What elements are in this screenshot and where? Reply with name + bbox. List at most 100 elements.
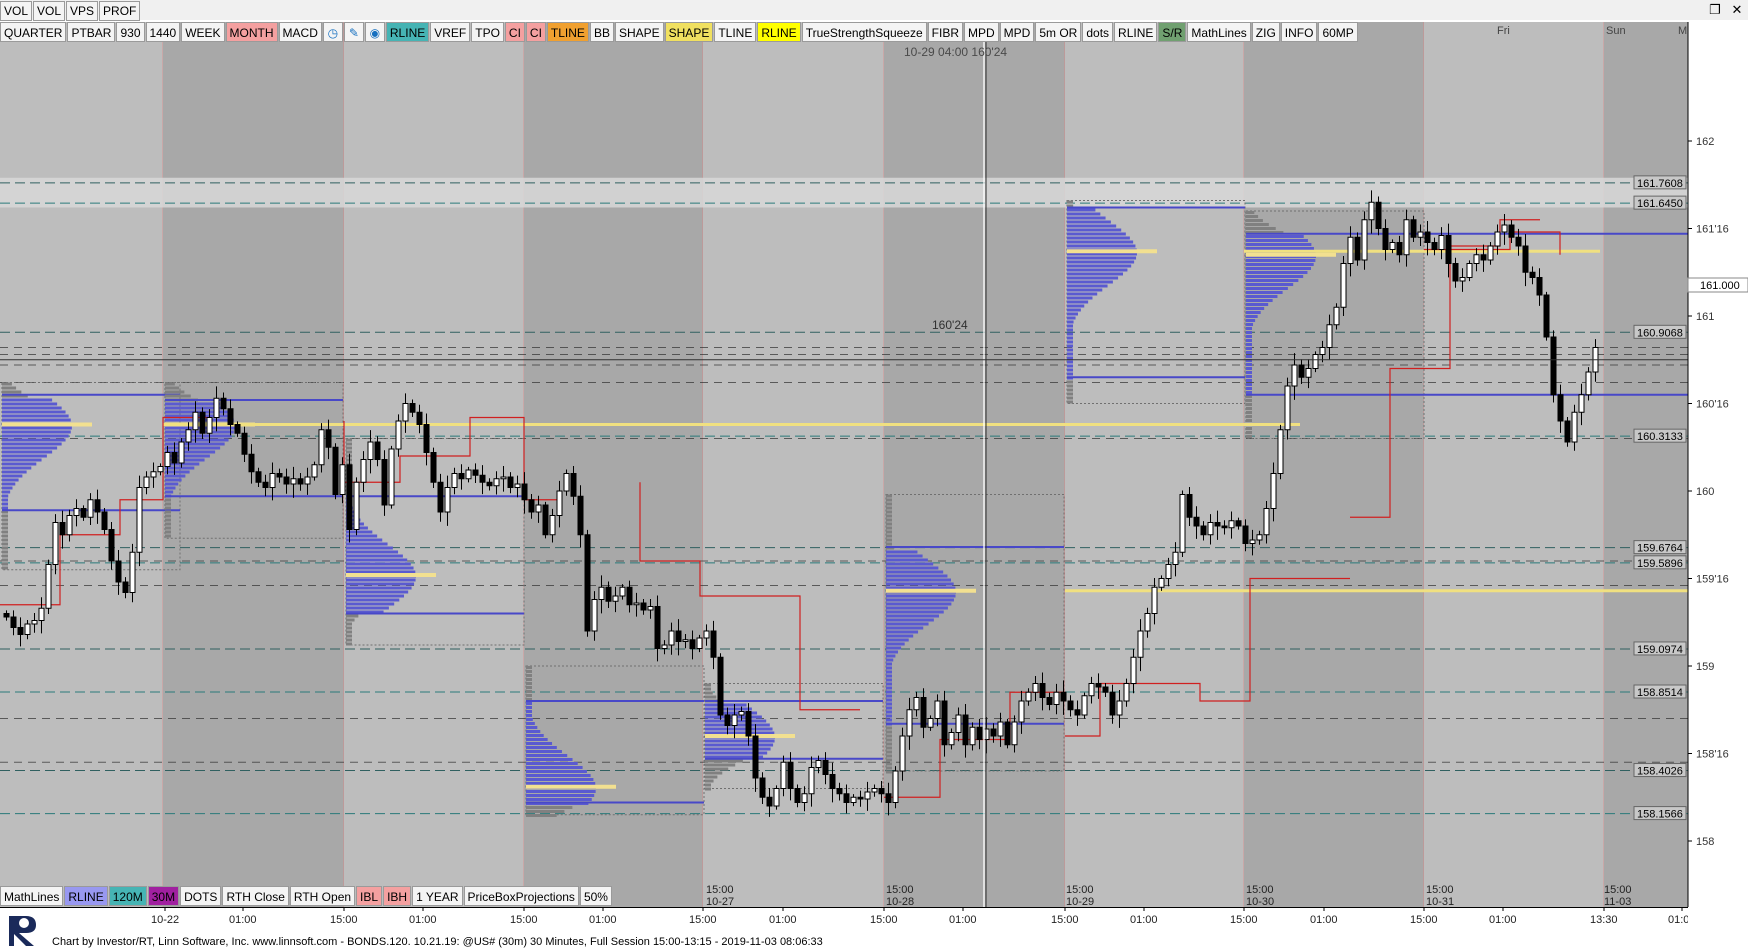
toggle-shape[interactable]: SHAPE: [664, 22, 714, 42]
toggle-bb[interactable]: BB: [589, 22, 614, 42]
toggle-vps[interactable]: VPS: [66, 1, 99, 21]
price-axis[interactable]: 162 161'16 161 160'16 160 159'16 159 158'16 158 1…: [1633, 22, 1748, 907]
profile-bar: [1067, 364, 1073, 368]
toggle-zig[interactable]: ZIG: [1251, 22, 1280, 42]
profile-bar: [1067, 232, 1126, 236]
toggle-mathlines[interactable]: MathLines: [0, 886, 64, 906]
candle-up: [1333, 306, 1340, 326]
profile-bar: [886, 658, 894, 662]
toggle-vref[interactable]: VREF: [430, 22, 471, 42]
close-window-icon[interactable]: ✕: [1726, 0, 1748, 20]
candle-up: [1123, 683, 1130, 702]
profile-bar: [526, 810, 565, 813]
current-price-label: 161.000: [1700, 280, 1740, 292]
profile-bar: [2, 566, 8, 570]
toggle-shape[interactable]: SHAPE: [614, 22, 664, 42]
toggle-ptbar[interactable]: PTBAR: [67, 22, 116, 42]
candle-up: [213, 397, 220, 418]
candle-down: [437, 481, 444, 513]
candle-down: [1039, 683, 1046, 698]
profile-bar: [1246, 379, 1252, 382]
toggle-fibr[interactable]: FIBR: [927, 22, 963, 42]
toggle-truestrengthsqueeze[interactable]: TrueStrengthSqueeze: [801, 22, 927, 42]
time-axis[interactable]: 10-22 01:00 15:00 01:00 15:00 01:00 15:00 01:00…: [0, 907, 1688, 932]
profile-bar: [346, 602, 395, 606]
candle-up: [1361, 219, 1368, 261]
profile-bar: [1246, 431, 1252, 434]
candle-up: [38, 607, 45, 621]
toggle-rline[interactable]: RLINE: [757, 22, 801, 42]
toggle-mathlines[interactable]: MathLines: [1187, 22, 1251, 42]
toggle-quarter[interactable]: QUARTER: [0, 22, 67, 42]
toggle-120m[interactable]: 120M: [108, 886, 147, 906]
toggle-dots[interactable]: DOTS: [180, 886, 222, 906]
toggle-vol[interactable]: VOL: [0, 1, 33, 21]
candle-down: [430, 452, 437, 483]
profile-bar: [526, 754, 568, 757]
toggle-week[interactable]: WEEK: [181, 22, 225, 42]
price-tick-label: 159: [1696, 661, 1714, 673]
clock-icon[interactable]: ◷: [322, 22, 343, 42]
toggle-rline[interactable]: RLINE: [64, 886, 108, 906]
toggle-tline[interactable]: TLINE: [546, 22, 589, 42]
toggle-ibh[interactable]: IBH: [383, 886, 412, 906]
toggle-5m-or[interactable]: 5m OR: [1035, 22, 1082, 42]
toggle-930[interactable]: 930: [116, 22, 145, 42]
restore-window-icon[interactable]: ❐: [1704, 0, 1726, 20]
toggle-vol[interactable]: VOL: [33, 1, 66, 21]
profile-bar: [705, 775, 718, 779]
toggle-s-r[interactable]: S/R: [1158, 22, 1187, 42]
toggle-rth-open[interactable]: RTH Open: [289, 886, 356, 906]
profile-bar: [1246, 299, 1273, 302]
toggle-rline[interactable]: RLINE: [1114, 22, 1158, 42]
toggle-tline[interactable]: TLINE: [714, 22, 757, 42]
profile-bar: [1067, 296, 1093, 300]
toggle-rth-close[interactable]: RTH Close: [222, 886, 289, 906]
candle-down: [1186, 494, 1193, 518]
toggle-mpd[interactable]: MPD: [964, 22, 999, 42]
toggle-rline[interactable]: RLINE: [385, 22, 430, 42]
toggle-tpo[interactable]: TPO: [471, 22, 504, 42]
toggle-month[interactable]: MONTH: [225, 22, 278, 42]
pencil-icon[interactable]: ✎: [343, 22, 364, 42]
profile-bar: [705, 767, 729, 771]
poc-bar: [1246, 252, 1336, 257]
time-tick-label: 01:00: [1310, 914, 1338, 926]
toggle-ci[interactable]: CI: [504, 22, 525, 42]
candle-up: [129, 551, 136, 593]
candle-down: [479, 474, 486, 483]
profile-bar: [346, 634, 352, 638]
candle-up: [1032, 683, 1039, 693]
profile-bar: [1067, 304, 1085, 308]
toggle-1-year[interactable]: 1 YEAR: [412, 886, 463, 906]
profile-bar: [346, 554, 403, 558]
toggle-mpd[interactable]: MPD: [999, 22, 1035, 42]
toggle-ibl[interactable]: IBL: [356, 886, 383, 906]
toggle-60mp[interactable]: 60MP: [1318, 22, 1358, 42]
price-chart[interactable]: 15:0010-2715:0010-2815:0010-2915:0010-30…: [0, 22, 1688, 907]
profile-bar: [2, 554, 8, 558]
profile-bar: [705, 763, 736, 767]
candle-up: [66, 515, 73, 536]
toggle-dots[interactable]: dots: [1082, 22, 1114, 42]
toggle-1440[interactable]: 1440: [145, 22, 181, 42]
candle-down: [920, 697, 927, 728]
toggle-50[interactable]: 50%: [579, 886, 612, 906]
candle-down: [276, 473, 283, 478]
candle-up: [1389, 242, 1396, 250]
toggle-priceboxprojections[interactable]: PriceBoxProjections: [463, 886, 579, 906]
candle-up: [1081, 695, 1088, 716]
profile-bar: [886, 702, 892, 706]
candle-down: [878, 788, 885, 795]
profile-bar: [526, 734, 544, 737]
toggle-macd[interactable]: MACD: [278, 22, 322, 42]
toggle-info[interactable]: INFO: [1280, 22, 1318, 42]
toggle-prof[interactable]: PROF: [99, 1, 141, 21]
toggle-30m[interactable]: 30M: [147, 886, 180, 906]
footer-text: Chart by Investor/RT, Linn Software, Inc…: [52, 936, 823, 948]
profile-bar: [1067, 260, 1135, 264]
profile-bar: [346, 446, 352, 450]
profile-bar: [1246, 319, 1256, 322]
toggle-ci[interactable]: CI: [525, 22, 546, 42]
globe-icon[interactable]: ◉: [364, 22, 385, 42]
